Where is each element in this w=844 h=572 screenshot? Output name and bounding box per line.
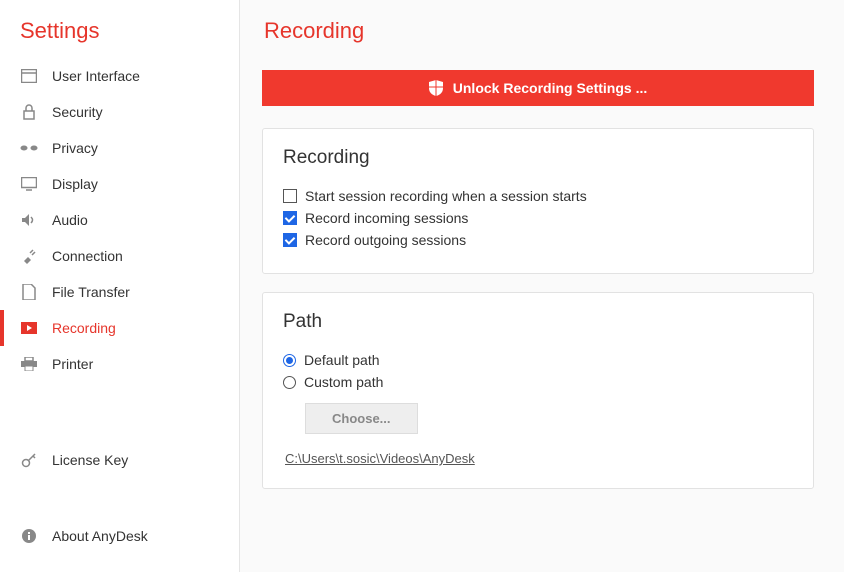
sidebar-item-privacy[interactable]: Privacy (0, 130, 239, 166)
choose-button[interactable]: Choose... (305, 403, 418, 434)
sidebar-item-display[interactable]: Display (0, 166, 239, 202)
sidebar-item-file-transfer[interactable]: File Transfer (0, 274, 239, 310)
checkbox-label: Start session recording when a session s… (305, 188, 587, 204)
file-icon (20, 284, 38, 300)
path-card-title: Path (283, 311, 793, 333)
unlock-button-label: Unlock Recording Settings ... (453, 80, 647, 96)
recording-card: Recording Start session recording when a… (262, 128, 814, 274)
sidebar-item-label: About AnyDesk (52, 528, 148, 544)
checkbox-record-outgoing[interactable]: Record outgoing sessions (283, 229, 793, 251)
window-icon (20, 69, 38, 83)
printer-icon (20, 357, 38, 371)
sidebar-item-label: Audio (52, 212, 88, 228)
radio-custom-path[interactable]: Custom path (283, 371, 793, 393)
sidebar: Settings User Interface Security Privacy (0, 0, 240, 572)
sidebar-item-label: License Key (52, 452, 128, 468)
sidebar-item-label: Connection (52, 248, 123, 264)
sidebar-item-user-interface[interactable]: User Interface (0, 58, 239, 94)
sidebar-item-label: Privacy (52, 140, 98, 156)
glasses-icon (20, 144, 38, 152)
info-icon (20, 528, 38, 544)
sidebar-item-printer[interactable]: Printer (0, 346, 239, 382)
sidebar-item-label: User Interface (52, 68, 140, 84)
sidebar-item-label: File Transfer (52, 284, 130, 300)
sidebar-item-label: Recording (52, 320, 116, 336)
recording-card-title: Recording (283, 147, 793, 169)
checkbox-icon (283, 189, 297, 203)
main-content: Recording Unlock Recording Settings ... … (240, 0, 844, 572)
radio-default-path[interactable]: Default path (283, 349, 793, 371)
checkbox-record-incoming[interactable]: Record incoming sessions (283, 207, 793, 229)
path-link[interactable]: C:\Users\t.sosic\Videos\AnyDesk (285, 451, 475, 466)
page-title: Recording (262, 18, 814, 44)
sidebar-item-license-key[interactable]: License Key (0, 442, 239, 478)
sidebar-item-label: Security (52, 104, 103, 120)
checkbox-start-recording[interactable]: Start session recording when a session s… (283, 185, 793, 207)
checkbox-label: Record incoming sessions (305, 210, 468, 226)
checkbox-icon (283, 233, 297, 247)
sidebar-item-label: Display (52, 176, 98, 192)
sidebar-item-recording[interactable]: Recording (0, 310, 239, 346)
sidebar-item-about[interactable]: About AnyDesk (0, 518, 239, 554)
monitor-icon (20, 177, 38, 191)
checkbox-icon (283, 211, 297, 225)
checkbox-label: Record outgoing sessions (305, 232, 466, 248)
lock-icon (20, 104, 38, 120)
radio-icon (283, 354, 296, 367)
sidebar-item-security[interactable]: Security (0, 94, 239, 130)
sidebar-item-audio[interactable]: Audio (0, 202, 239, 238)
plug-icon (20, 248, 38, 264)
shield-icon (429, 80, 443, 96)
unlock-button[interactable]: Unlock Recording Settings ... (262, 70, 814, 106)
sidebar-nav: User Interface Security Privacy Display (0, 58, 239, 554)
path-card: Path Default path Custom path Choose... … (262, 292, 814, 489)
radio-label: Default path (304, 352, 380, 368)
key-icon (20, 452, 38, 468)
video-icon (20, 322, 38, 334)
sidebar-item-connection[interactable]: Connection (0, 238, 239, 274)
speaker-icon (20, 213, 38, 227)
radio-icon (283, 376, 296, 389)
radio-label: Custom path (304, 374, 383, 390)
sidebar-title: Settings (0, 18, 239, 58)
sidebar-item-label: Printer (52, 356, 93, 372)
